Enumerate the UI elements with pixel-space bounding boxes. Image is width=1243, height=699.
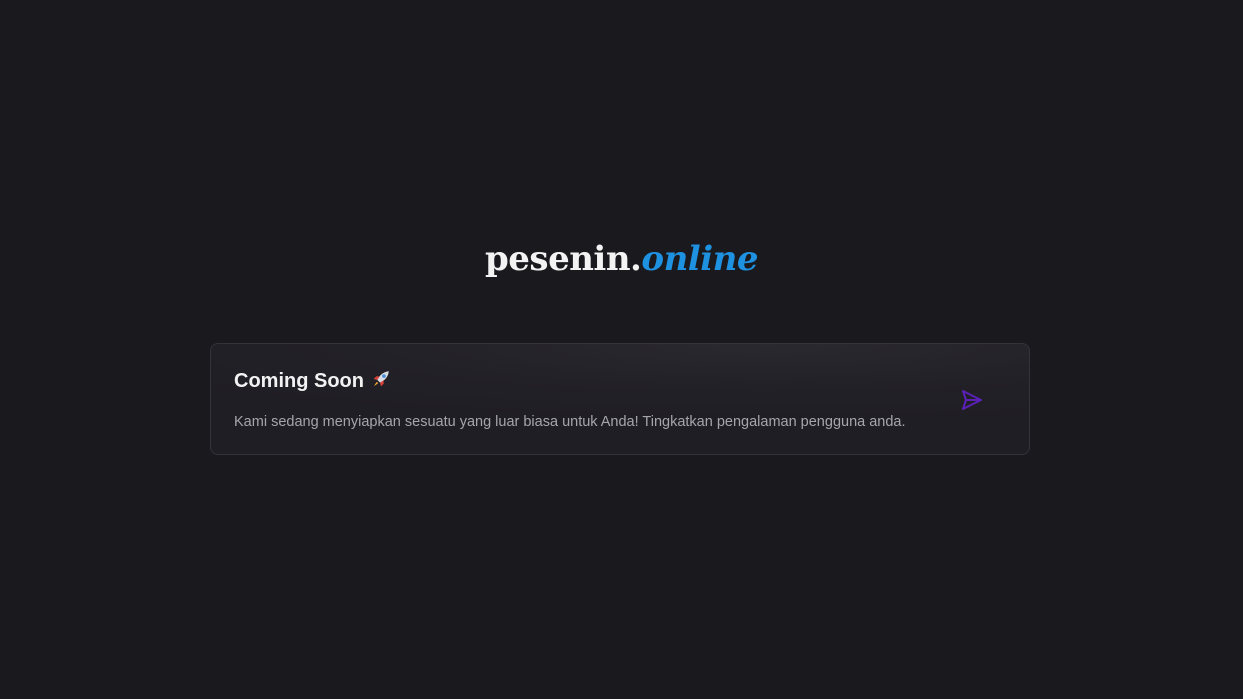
send-icon bbox=[962, 390, 982, 410]
card-title: Coming Soon bbox=[234, 370, 364, 392]
logo-tld: online bbox=[641, 239, 758, 279]
site-logo: pesenin.online bbox=[0, 234, 1243, 284]
coming-soon-card: Coming Soon Kami sedang menyiapkan sesua… bbox=[210, 343, 1030, 455]
card-title-row: Coming Soon bbox=[234, 368, 392, 394]
send-button[interactable] bbox=[959, 387, 985, 413]
rocket-icon bbox=[370, 368, 392, 390]
logo-name: pesenin. bbox=[485, 239, 642, 279]
card-message: Kami sedang menyiapkan sesuatu yang luar… bbox=[234, 414, 906, 430]
